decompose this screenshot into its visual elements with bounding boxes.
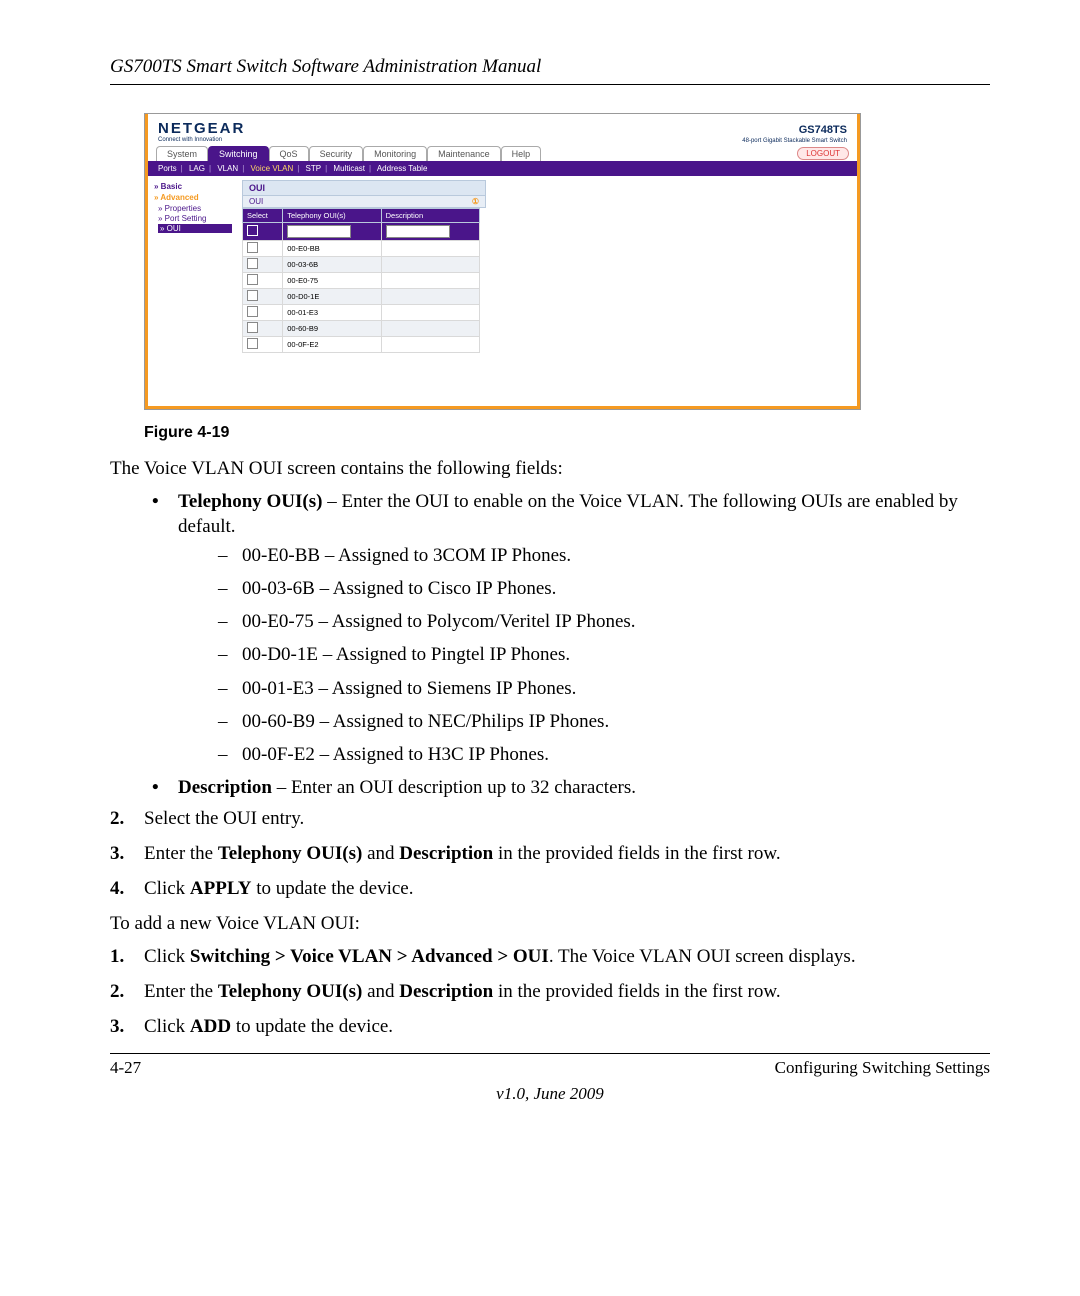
row-checkbox[interactable]: [247, 338, 258, 349]
side-port-setting[interactable]: » Port Setting: [158, 214, 232, 223]
table-row: 00-D0-1E: [243, 289, 480, 305]
help-icon[interactable]: ①: [472, 197, 479, 206]
row-checkbox[interactable]: [247, 242, 258, 253]
subnav-voice-vlan[interactable]: Voice VLAN: [251, 164, 294, 173]
col-desc: Description: [381, 209, 479, 223]
oui-item: 00-03-6B – Assigned to Cisco IP Phones.: [212, 576, 990, 601]
subnav-multicast[interactable]: Multicast: [333, 164, 365, 173]
oui-item: 00-E0-75 – Assigned to Polycom/Veritel I…: [212, 609, 990, 634]
input-row: [243, 223, 480, 241]
select-all-checkbox[interactable]: [247, 225, 258, 236]
panel-subtitle: OUI①: [242, 196, 486, 208]
tab-monitoring[interactable]: Monitoring: [363, 146, 427, 161]
subnav-ports[interactable]: Ports: [158, 164, 177, 173]
oui-item: 00-60-B9 – Assigned to NEC/Philips IP Ph…: [212, 709, 990, 734]
sub-nav: Ports| LAG| VLAN| Voice VLAN| STP| Multi…: [148, 161, 857, 176]
oui-table: Select Telephony OUI(s) Description 00-E…: [242, 208, 480, 353]
intro-line: The Voice VLAN OUI screen contains the f…: [110, 456, 990, 481]
table-row: 00-E0-BB: [243, 241, 480, 257]
figure-screenshot: NETGEAR Connect with Innovation GS748TS …: [144, 113, 990, 410]
row-checkbox[interactable]: [247, 322, 258, 333]
page-footer: 4-27 Configuring Switching Settings: [110, 1058, 990, 1078]
tab-switching[interactable]: Switching: [208, 146, 269, 161]
step-2: 2.Select the OUI entry.: [110, 806, 990, 831]
tab-help[interactable]: Help: [501, 146, 542, 161]
header-rule: [110, 84, 990, 85]
field-description: Description – Enter an OUI description u…: [144, 775, 990, 800]
tab-security[interactable]: Security: [309, 146, 364, 161]
side-oui[interactable]: » OUI: [158, 224, 232, 233]
tab-maintenance[interactable]: Maintenance: [427, 146, 501, 161]
subnav-vlan[interactable]: VLAN: [217, 164, 238, 173]
subnav-lag[interactable]: LAG: [189, 164, 205, 173]
model-label: GS748TS 48-port Gigabit Stackable Smart …: [742, 120, 847, 144]
subnav-address-table[interactable]: Address Table: [377, 164, 428, 173]
version-line: v1.0, June 2009: [110, 1084, 990, 1104]
add-step-2: 2.Enter the Telephony OUI(s) and Descrip…: [110, 979, 990, 1004]
running-header: GS700TS Smart Switch Software Administra…: [110, 56, 990, 78]
add-step-3: 3.Click ADD to update the device.: [110, 1014, 990, 1039]
row-checkbox[interactable]: [247, 290, 258, 301]
col-select: Select: [243, 209, 283, 223]
oui-input[interactable]: [287, 225, 351, 238]
table-row: 00-03-6B: [243, 257, 480, 273]
logout-button[interactable]: LOGOUT: [797, 147, 849, 160]
tab-qos[interactable]: QoS: [269, 146, 309, 161]
side-basic[interactable]: » Basic: [154, 182, 232, 191]
add-intro: To add a new Voice VLAN OUI:: [110, 911, 990, 936]
tab-system[interactable]: System: [156, 146, 208, 161]
field-telephony: Telephony OUI(s) – Enter the OUI to enab…: [144, 489, 990, 767]
figure-caption: Figure 4-19: [144, 424, 990, 442]
step-4: 4.Click APPLY to update the device.: [110, 876, 990, 901]
side-properties[interactable]: » Properties: [158, 204, 232, 213]
section-title: Configuring Switching Settings: [775, 1058, 990, 1078]
col-oui: Telephony OUI(s): [283, 209, 381, 223]
oui-item: 00-D0-1E – Assigned to Pingtel IP Phones…: [212, 642, 990, 667]
body-text: The Voice VLAN OUI screen contains the f…: [110, 456, 990, 1039]
side-advanced[interactable]: » Advanced: [154, 193, 232, 202]
oui-item: 00-E0-BB – Assigned to 3COM IP Phones.: [212, 543, 990, 568]
main-tabs: System Switching QoS Security Monitoring…: [148, 146, 857, 161]
footer-rule: [110, 1053, 990, 1054]
oui-item: 00-01-E3 – Assigned to Siemens IP Phones…: [212, 676, 990, 701]
oui-item: 00-0F-E2 – Assigned to H3C IP Phones.: [212, 742, 990, 767]
table-row: 00-01-E3: [243, 305, 480, 321]
step-3: 3.Enter the Telephony OUI(s) and Descrip…: [110, 841, 990, 866]
brand-logo: NETGEAR Connect with Innovation: [158, 120, 245, 143]
subnav-stp[interactable]: STP: [306, 164, 322, 173]
row-checkbox[interactable]: [247, 306, 258, 317]
page-number: 4-27: [110, 1058, 141, 1078]
table-row: 00-60-B9: [243, 321, 480, 337]
table-row: 00-E0-75: [243, 273, 480, 289]
row-checkbox[interactable]: [247, 274, 258, 285]
table-row: 00-0F-E2: [243, 337, 480, 353]
desc-input[interactable]: [386, 225, 450, 238]
side-nav: » Basic » Advanced » Properties » Port S…: [148, 176, 236, 394]
add-step-1: 1.Click Switching > Voice VLAN > Advance…: [110, 944, 990, 969]
row-checkbox[interactable]: [247, 258, 258, 269]
panel-title: OUI: [242, 180, 486, 196]
